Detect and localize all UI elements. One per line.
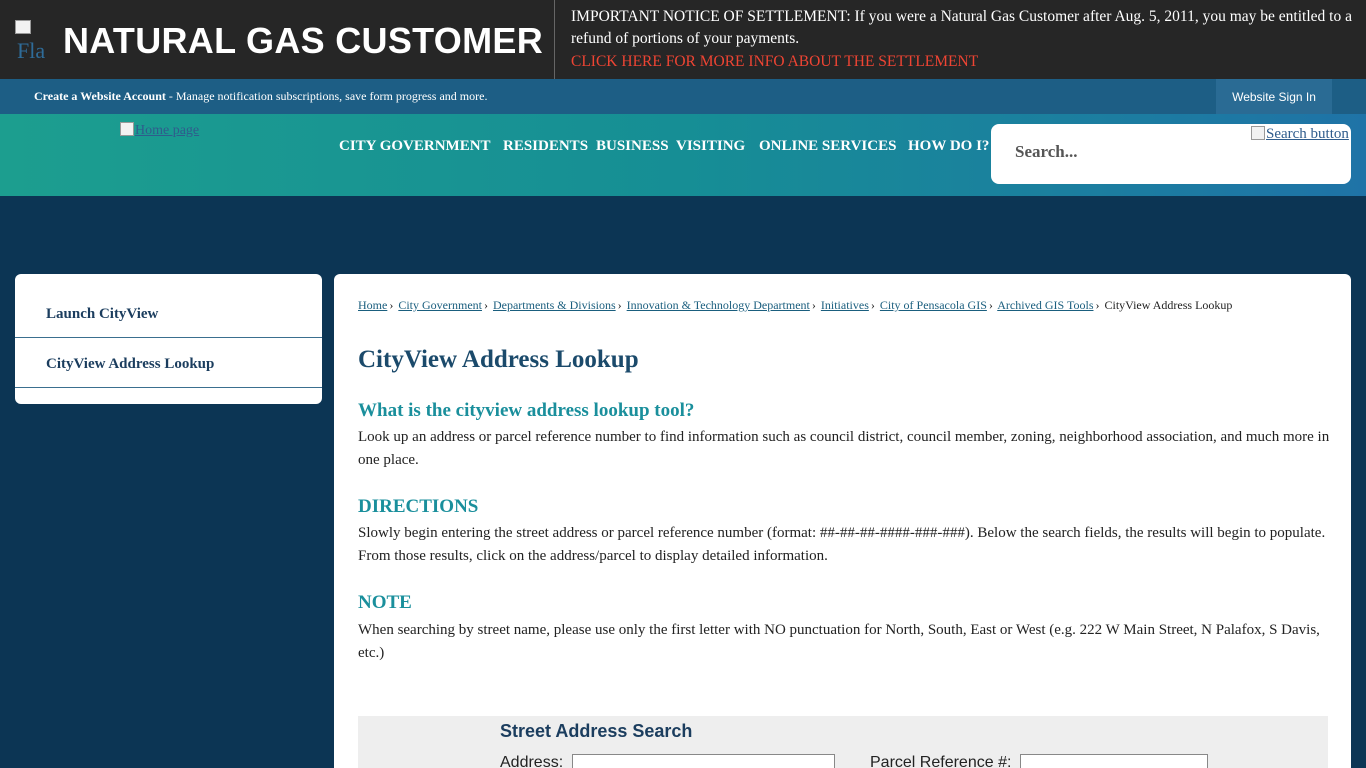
section-body-directions: Slowly begin entering the street address… — [358, 525, 1326, 564]
section-body-what-is: Look up an address or parcel reference n… — [358, 429, 1330, 468]
sidebar-item-label: CityView Address Lookup — [46, 356, 215, 372]
address-search-panel: Street Address Search Address: Parcel Re… — [358, 716, 1328, 768]
breadcrumb-separator: › — [483, 298, 488, 312]
page-title: CityView Address Lookup — [358, 346, 639, 373]
sidebar-item-launch-cityview[interactable]: Launch CityView — [15, 288, 322, 338]
create-account-text: Create a Website Account - Manage notifi… — [34, 89, 487, 104]
create-account-link[interactable]: Create a Website Account — [34, 89, 166, 103]
parcel-reference-input[interactable] — [1020, 754, 1208, 768]
alert-image: Fla — [15, 20, 53, 60]
breadcrumb-home[interactable]: Home — [358, 298, 387, 312]
settlement-info-link[interactable]: CLICK HERE FOR MORE INFO ABOUT THE SETTL… — [571, 51, 978, 73]
breadcrumb-initiatives[interactable]: Initiatives — [821, 298, 869, 312]
section-body-note: When searching by street name, please us… — [358, 622, 1320, 661]
section-heading-directions: DIRECTIONS — [358, 496, 479, 517]
account-bar: Create a Website Account - Manage notifi… — [0, 79, 1366, 114]
nav-city-government[interactable]: CITY GOVERNMENT — [339, 138, 491, 155]
alert-image-alt: Fla — [17, 38, 46, 60]
breadcrumb-separator: › — [1095, 298, 1100, 312]
breadcrumb-archived-gis-tools[interactable]: Archived GIS Tools — [997, 298, 1093, 312]
parcel-reference-label: Parcel Reference #: — [870, 754, 1012, 768]
site-search: Search button — [991, 124, 1351, 184]
breadcrumb-separator: › — [870, 298, 875, 312]
nav-how-do-i[interactable]: HOW DO I? — [908, 138, 989, 155]
create-account-description: - Manage notification subscriptions, sav… — [165, 89, 488, 103]
home-page-alt: Home page — [135, 123, 200, 138]
street-address-search-title: Street Address Search — [500, 721, 693, 741]
breadcrumb-innovation-technology[interactable]: Innovation & Technology Department — [627, 298, 810, 312]
main-header: Home page CITY GOVERNMENT RESIDENTS BUSI… — [0, 114, 1366, 196]
breadcrumb-city-government[interactable]: City Government — [398, 298, 482, 312]
sidebar: Launch CityView CityView Address Lookup — [15, 274, 322, 404]
alert-title: NATURAL GAS CUSTOMER — [63, 20, 544, 61]
sidebar-item-label: Launch CityView — [46, 306, 159, 322]
nav-residents[interactable]: RESIDENTS — [503, 138, 588, 155]
home-page-logo-link[interactable]: Home page — [120, 122, 199, 139]
section-heading-note: NOTE — [358, 592, 412, 613]
address-label: Address: — [500, 754, 564, 768]
main-content: Home › City Government › Departments & Div… — [334, 274, 1351, 768]
alert-divider — [554, 0, 555, 79]
nav-online-services[interactable]: ONLINE SERVICES — [759, 138, 896, 155]
breadcrumb-separator: › — [617, 298, 622, 312]
breadcrumb-pensacola-gis[interactable]: City of Pensacola GIS — [880, 298, 987, 312]
search-button-alt: Search button — [1266, 126, 1349, 142]
breadcrumb: Home › City Government › Departments & Div… — [358, 298, 1232, 313]
nav-business[interactable]: BUSINESS — [596, 138, 669, 155]
alert-notice: IMPORTANT NOTICE OF SETTLEMENT: If you w… — [571, 8, 1352, 47]
sidebar-item-cityview-address-lookup[interactable]: CityView Address Lookup — [15, 338, 322, 388]
broken-image-icon — [15, 20, 31, 34]
nav-visiting[interactable]: VISITING — [676, 138, 745, 155]
breadcrumb-departments-divisions[interactable]: Departments & Divisions — [493, 298, 616, 312]
breadcrumb-separator: › — [811, 298, 816, 312]
search-button[interactable]: Search button — [1251, 126, 1349, 143]
website-sign-in-button[interactable]: Website Sign In — [1216, 79, 1332, 114]
broken-image-icon — [120, 122, 134, 136]
search-input[interactable] — [1015, 142, 1235, 162]
broken-image-icon — [1251, 126, 1265, 140]
breadcrumb-current: CityView Address Lookup — [1104, 298, 1233, 312]
address-input[interactable] — [572, 754, 835, 768]
section-heading-what-is: What is the cityview address lookup tool… — [358, 400, 695, 421]
breadcrumb-separator: › — [988, 298, 993, 312]
alert-banner: Fla NATURAL GAS CUSTOMER IMPORTANT NOTIC… — [0, 0, 1366, 79]
breadcrumb-separator: › — [389, 298, 394, 312]
